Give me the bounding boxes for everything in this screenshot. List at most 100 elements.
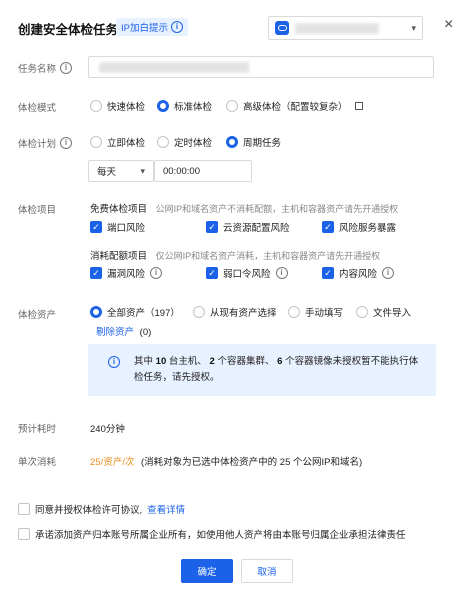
notice-text-part: 其中 <box>134 356 154 367</box>
assets-label: 体检资产 <box>18 310 57 321</box>
items-label: 体检项目 <box>18 205 57 216</box>
check-weak-password[interactable]: ✓ 弱口令风险 i <box>206 266 288 280</box>
radio-immediate-label: 立即体检 <box>107 138 146 149</box>
radio-file-import-label: 文件导入 <box>373 308 412 319</box>
chevron-down-icon: ▾ <box>411 22 416 33</box>
info-icon[interactable]: i <box>150 267 163 279</box>
free-items-header: 免费体检项目 公网IP和域名资产不消耗配额，主机和容器资产请先开通授权 <box>90 201 398 215</box>
cancel-button[interactable]: 取消 <box>241 559 293 583</box>
notice-cluster-count: 2 <box>209 356 215 367</box>
radio-all-assets[interactable]: 全部资产（197） <box>90 305 180 319</box>
info-icon[interactable]: i <box>275 267 288 279</box>
radio-standard-label: 标准体检 <box>174 102 213 113</box>
paid-items-title: 消耗配额项目 <box>90 251 148 262</box>
radio-periodic[interactable]: 周期任务 <box>226 135 281 149</box>
radio-file-import[interactable]: 文件导入 <box>356 305 411 319</box>
radio-scheduled[interactable]: 定时体检 <box>157 135 212 149</box>
radio-advanced-label: 高级体检（配置较复杂） <box>243 102 348 113</box>
cost-desc: (消耗对象为已选中体检资产中的 25 个公网IP和域名) <box>141 457 363 468</box>
close-icon[interactable]: × <box>444 16 453 34</box>
radio-advanced[interactable]: 高级体检（配置较复杂） <box>226 99 363 113</box>
notice-image-count: 6 <box>277 356 283 367</box>
radio-quick[interactable]: 快速体检 <box>90 99 145 113</box>
remove-assets-count: (0) <box>139 327 152 338</box>
agreement-ownership[interactable]: 承诺添加资产归本账号所属企业所有，如使用他人资产将由本账号归属企业承担法律责任 <box>18 527 406 541</box>
mode-label: 体检模式 <box>18 103 57 114</box>
frequency-select[interactable]: 每天 ▾ <box>88 160 154 182</box>
agreement-ownership-label: 承诺添加资产归本账号所属企业所有，如使用他人资产将由本账号归属企业承担法律责任 <box>35 530 406 541</box>
info-icon: i <box>108 356 120 368</box>
radio-circle <box>193 306 205 318</box>
paid-items-desc: 仅公网IP和域名资产消耗，主机和容器资产请先开通授权 <box>155 251 381 261</box>
ip-whitelist-tip[interactable]: IP加白提示 i <box>116 18 188 36</box>
paid-items-header: 消耗配额项目 仅公网IP和域名资产消耗，主机和容器资产请先开通授权 <box>90 248 380 262</box>
account-select-value <box>295 22 379 34</box>
check-port-risk-label: 端口风险 <box>107 223 146 234</box>
radio-all-assets-label: 全部资产（197） <box>107 308 180 319</box>
eta-value: 240分钟 <box>90 424 125 435</box>
remove-assets-row: 剔除资产 (0) <box>96 324 151 338</box>
confirm-button[interactable]: 确定 <box>181 559 233 583</box>
check-port-risk[interactable]: ✓ 端口风险 <box>90 220 145 234</box>
radio-quick-label: 快速体检 <box>107 102 146 113</box>
authorization-notice: i 其中 10 台主机、 2 个容器集群、 6 个容器镜像未授权暂不能执行体检任… <box>88 344 436 396</box>
plan-label-text: 体检计划 <box>18 139 57 150</box>
check-cloud-config-risk[interactable]: ✓ 云资源配置风险 <box>206 220 290 234</box>
checkbox-checked: ✓ <box>90 267 102 279</box>
account-select[interactable]: ▾ <box>268 16 423 40</box>
remove-assets-link[interactable]: 剔除资产 <box>96 327 134 338</box>
checkbox-checked: ✓ <box>90 221 102 233</box>
radio-circle-selected <box>157 100 169 112</box>
checkbox-unchecked <box>18 528 30 540</box>
agreement-license[interactable]: 同意并授权体检许可协议, 查看详情 <box>18 502 185 516</box>
radio-circle <box>288 306 300 318</box>
radio-standard[interactable]: 标准体检 <box>157 99 212 113</box>
task-name-label: 任务名称 i <box>18 61 73 75</box>
radio-scheduled-label: 定时体检 <box>174 138 213 149</box>
task-name-value <box>99 61 249 73</box>
view-details-link[interactable]: 查看详情 <box>147 502 185 516</box>
eta-label: 预计耗时 <box>18 424 57 435</box>
info-icon[interactable]: i <box>382 267 395 279</box>
radio-manual-label: 手动填写 <box>305 308 344 319</box>
notice-text-part: 台主机、 <box>168 356 207 367</box>
check-content-risk-label: 内容风险 <box>339 269 378 280</box>
radio-manual[interactable]: 手动填写 <box>288 305 343 319</box>
checkbox-checked: ✓ <box>206 267 218 279</box>
radio-immediate[interactable]: 立即体检 <box>90 135 145 149</box>
radio-circle <box>356 306 368 318</box>
task-name-label-text: 任务名称 <box>18 64 57 75</box>
notice-host-count: 10 <box>155 356 167 367</box>
check-content-risk[interactable]: ✓ 内容风险 i <box>322 266 395 280</box>
cost-value: 25/资产/次 <box>90 457 135 468</box>
checkbox-checked: ✓ <box>322 267 334 279</box>
agreement-license-label: 同意并授权体检许可协议, <box>35 505 143 516</box>
check-service-exposure[interactable]: ✓ 风险服务暴露 <box>322 220 396 234</box>
notice-text: 其中 10 台主机、 2 个容器集群、 6 个容器镜像未授权暂不能执行体检任务，… <box>134 354 424 386</box>
caret-down-icon: ▾ <box>140 165 145 176</box>
free-items-desc: 公网IP和域名资产不消耗配额，主机和容器资产请先开通授权 <box>155 204 399 214</box>
cost-row: 25/资产/次 (消耗对象为已选中体检资产中的 25 个公网IP和域名) <box>90 454 362 468</box>
radio-circle <box>157 136 169 148</box>
dialog-title: 创建安全体检任务 <box>18 23 119 37</box>
checkbox-checked: ✓ <box>206 221 218 233</box>
info-icon[interactable]: i <box>60 137 73 149</box>
info-icon: i <box>170 21 183 33</box>
radio-circle-selected <box>226 136 238 148</box>
radio-select-existing[interactable]: 从现有资产选择 <box>193 305 277 319</box>
check-service-exposure-label: 风险服务暴露 <box>339 223 397 234</box>
info-icon[interactable]: i <box>60 62 73 74</box>
cloud-icon <box>275 21 289 35</box>
check-cloud-config-label: 云资源配置风险 <box>223 223 290 234</box>
radio-periodic-label: 周期任务 <box>243 138 282 149</box>
plan-label: 体检计划 i <box>18 136 73 150</box>
external-link-icon[interactable] <box>354 102 363 110</box>
check-weak-password-label: 弱口令风险 <box>223 269 271 280</box>
task-name-input[interactable] <box>88 56 434 78</box>
radio-circle-selected <box>90 306 102 318</box>
radio-select-existing-label: 从现有资产选择 <box>210 308 277 319</box>
cost-label: 单次消耗 <box>18 457 57 468</box>
check-vuln-risk-label: 漏洞风险 <box>107 269 146 280</box>
check-vuln-risk[interactable]: ✓ 漏洞风险 i <box>90 266 163 280</box>
time-input[interactable]: 00:00:00 <box>154 160 252 182</box>
